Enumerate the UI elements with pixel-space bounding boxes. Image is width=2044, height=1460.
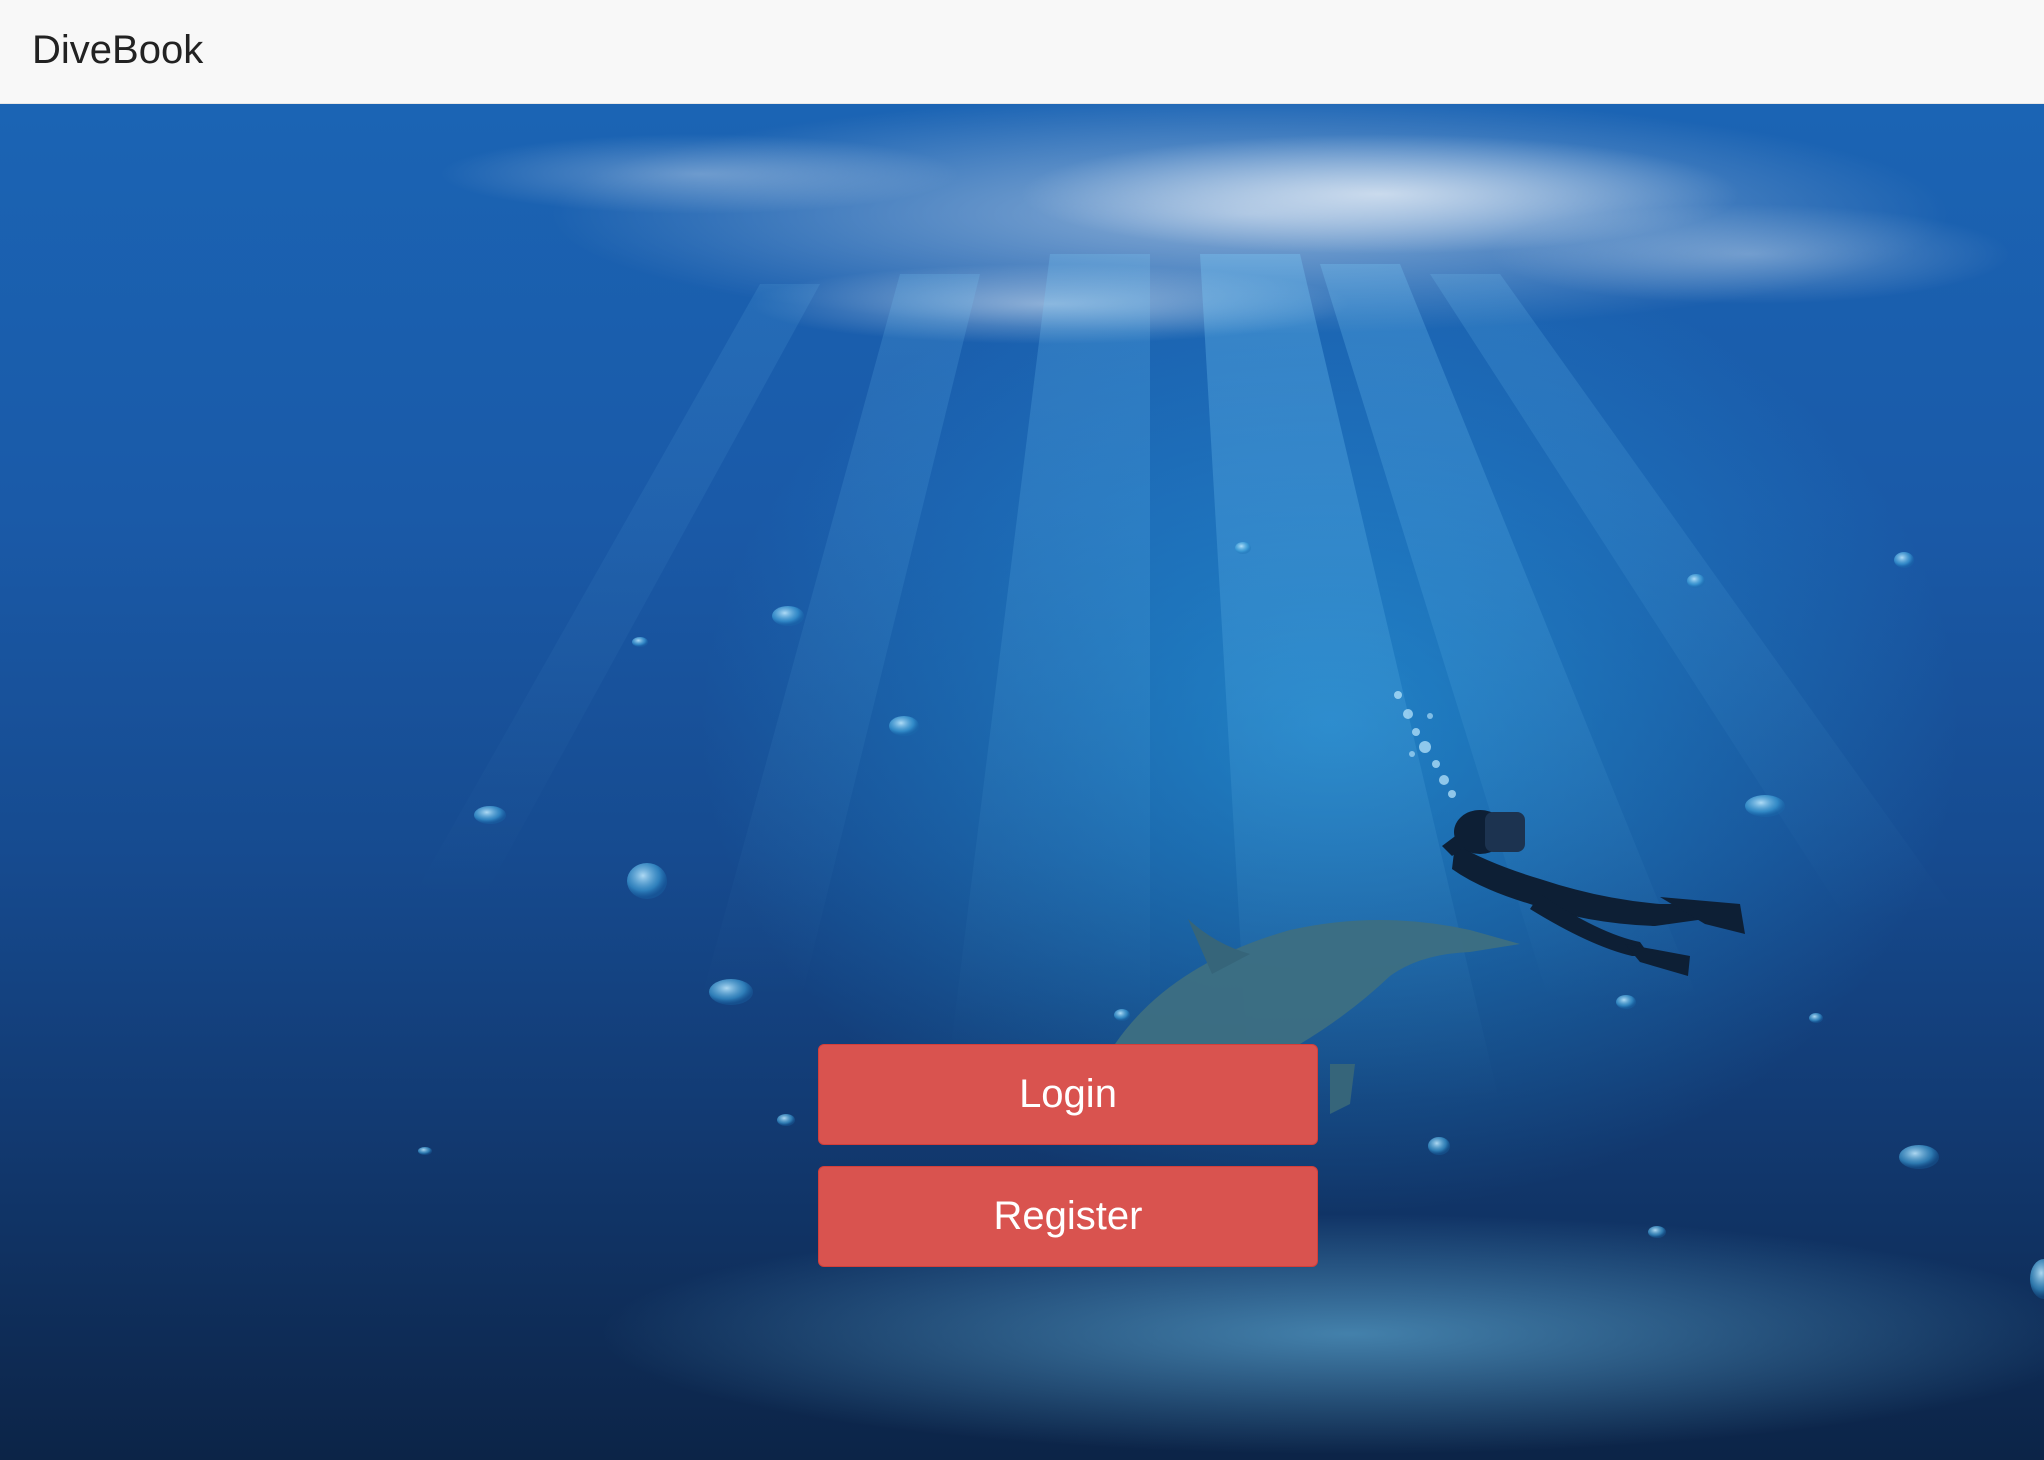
top-navbar: DiveBook xyxy=(0,0,2044,104)
hero-background-image: Login Register xyxy=(0,104,2044,1460)
register-button[interactable]: Register xyxy=(818,1166,1318,1267)
brand-link[interactable]: DiveBook xyxy=(32,26,203,74)
login-button[interactable]: Login xyxy=(818,1044,1318,1145)
sea-floor-light xyxy=(600,1214,2044,1454)
